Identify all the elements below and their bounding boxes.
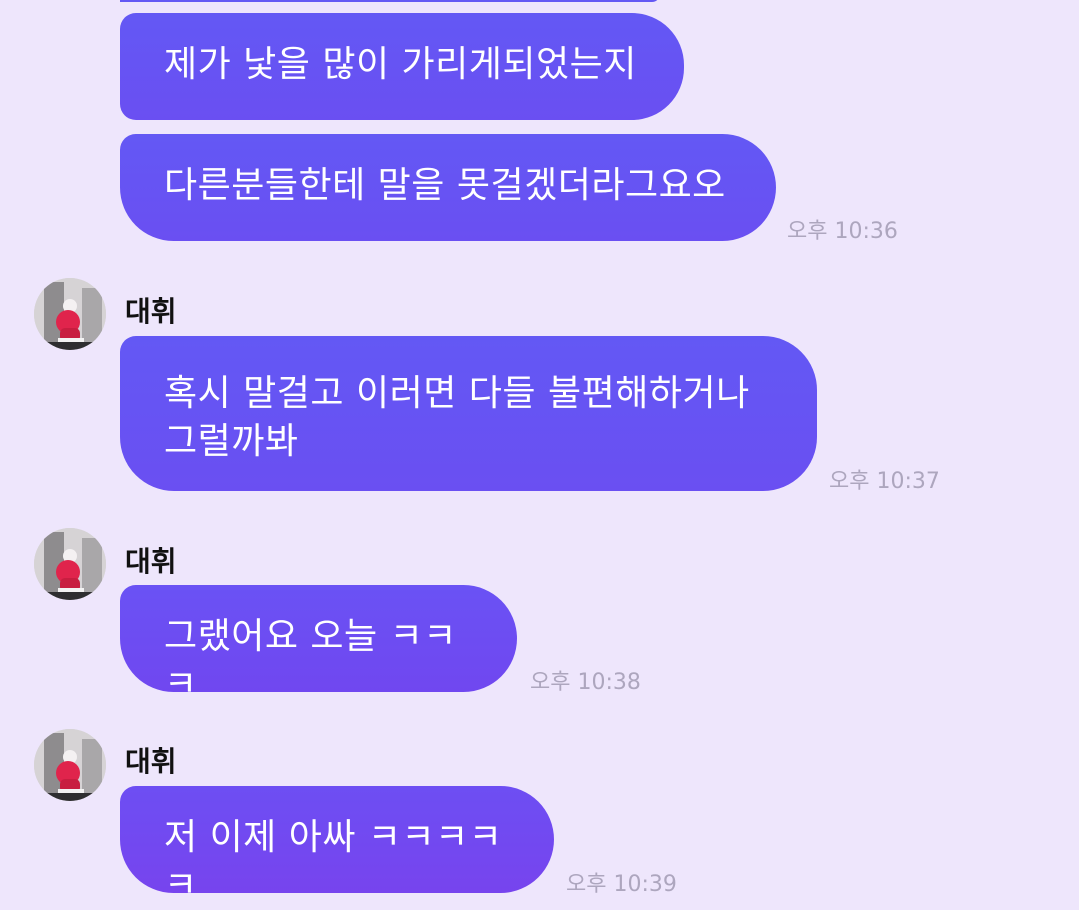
message-bubble[interactable]: 저 이제 아싸 ㅋㅋㅋㅋㅋ [120,786,554,906]
avatar-icon [34,278,106,350]
message-bubble[interactable]: 다른분들한테 말을 못걸겠더라그요오 [120,134,776,241]
sender-avatar[interactable] [34,528,106,600]
message-timestamp: 오후 10:39 [566,872,677,897]
message-bubble[interactable]: 그랬어요 오늘 ㅋㅋㅋ [120,585,517,705]
avatar-icon [34,528,106,600]
sender-name: 대휘 [125,295,177,328]
chat-message-list[interactable]: 제가 낯을 많이 가리게되었는지 다른분들한테 말을 못걸겠더라그요오 오후 1… [0,0,1079,906]
sender-name: 대휘 [125,745,177,778]
message-timestamp: 오후 10:38 [530,670,641,695]
avatar-icon [34,729,106,801]
message-bubble[interactable]: 혹시 말걸고 이러면 다들 불편해하거나 그럴까봐 [120,336,817,491]
message-bubble[interactable]: 제가 낯을 많이 가리게되었는지 [120,13,684,120]
sender-name: 대휘 [125,545,177,578]
message-timestamp: 오후 10:36 [787,219,898,244]
sender-avatar[interactable] [34,729,106,801]
sender-avatar[interactable] [34,278,106,350]
previous-message-bubble-edge [120,0,660,2]
message-timestamp: 오후 10:37 [829,469,940,494]
